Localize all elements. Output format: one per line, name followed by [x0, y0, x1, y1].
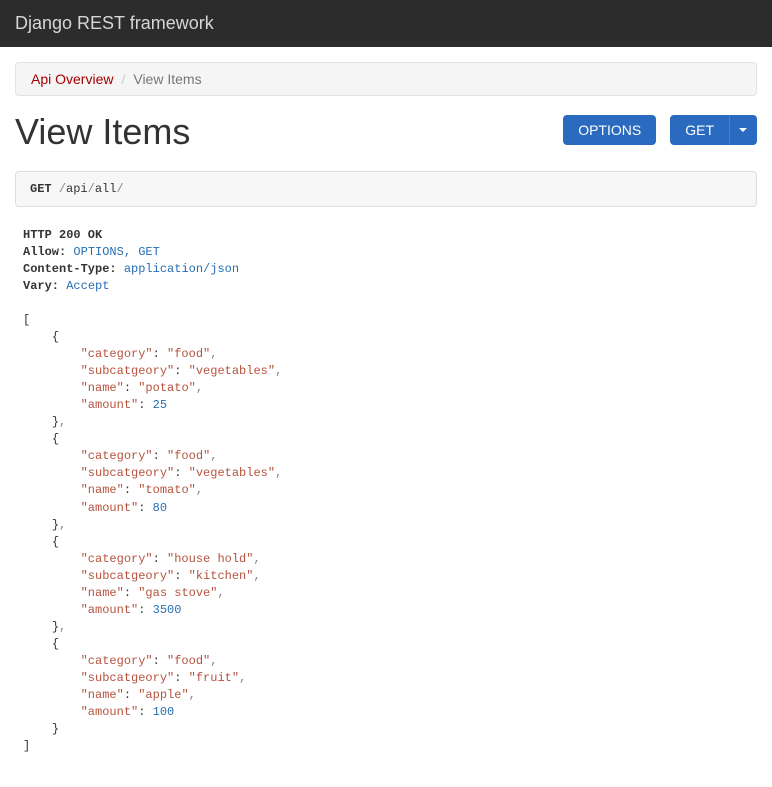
navbar-brand[interactable]: Django REST framework: [15, 13, 214, 34]
get-button-group: GET: [670, 115, 757, 145]
options-button[interactable]: OPTIONS: [563, 115, 656, 145]
get-button[interactable]: GET: [670, 115, 729, 145]
request-info: GET /api/all/: [15, 171, 757, 207]
page-title: View Items: [15, 111, 190, 153]
get-dropdown-toggle[interactable]: [729, 115, 757, 145]
breadcrumb-separator: /: [113, 71, 133, 87]
breadcrumb-active: View Items: [133, 71, 201, 87]
request-method: GET: [30, 182, 52, 196]
page-header-row: View Items OPTIONS GET: [15, 111, 757, 153]
navbar: Django REST framework: [0, 0, 772, 47]
page-header: View Items: [15, 111, 190, 153]
chevron-down-icon: [739, 128, 747, 132]
action-buttons: OPTIONS GET: [563, 115, 757, 145]
response-pane: HTTP 200 OK Allow: OPTIONS, GET Content-…: [15, 227, 757, 775]
request-path: /api/all/: [59, 182, 124, 196]
main-container: Api Overview / View Items View Items OPT…: [0, 62, 772, 775]
breadcrumb-root-link[interactable]: Api Overview: [31, 71, 113, 87]
breadcrumb: Api Overview / View Items: [15, 62, 757, 96]
